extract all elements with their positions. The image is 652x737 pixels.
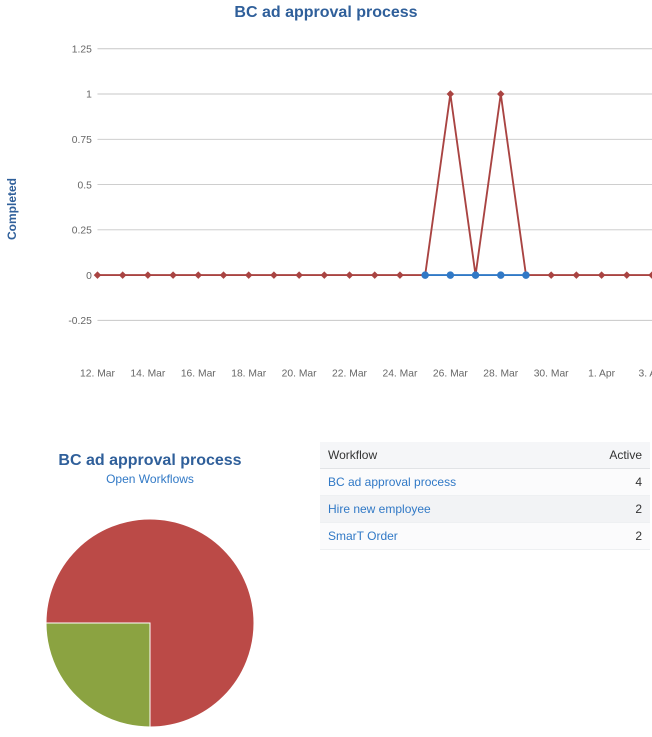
svg-text:30. Mar: 30. Mar [534, 369, 569, 380]
workflow-link[interactable]: SmarT Order [320, 523, 567, 550]
line-chart-title: BC ad approval process [0, 4, 652, 22]
table-row: BC ad approval process4 [320, 469, 650, 496]
pie-chart-subtitle: Open Workflows [0, 472, 300, 486]
svg-text:16. Mar: 16. Mar [181, 369, 216, 380]
svg-text:14. Mar: 14. Mar [130, 369, 165, 380]
workflow-link[interactable]: BC ad approval process [320, 469, 567, 496]
table-row: Hire new employee2 [320, 496, 650, 523]
workflow-link[interactable]: Hire new employee [320, 496, 567, 523]
svg-text:20. Mar: 20. Mar [282, 369, 317, 380]
svg-text:12. Mar: 12. Mar [80, 369, 115, 380]
svg-text:0.25: 0.25 [72, 226, 92, 237]
line-chart-svg: -0.25 0 0.25 0.5 0.75 1 1.25 12. Mar 14. Mar 16. … [60, 35, 652, 395]
svg-text:0: 0 [86, 271, 92, 282]
svg-text:1. Apr: 1. Apr [588, 369, 615, 380]
workflow-table: Workflow Active BC ad approval process4H… [320, 442, 650, 550]
workflow-active-count: 2 [567, 496, 650, 523]
svg-text:1.25: 1.25 [72, 44, 92, 55]
line-chart: BC ad approval process Completed -0.25 0 0… [0, 0, 652, 420]
workflow-active-count: 2 [567, 523, 650, 550]
svg-text:24. Mar: 24. Mar [382, 369, 417, 380]
workflow-active-count: 4 [567, 469, 650, 496]
svg-text:28. Mar: 28. Mar [483, 369, 518, 380]
line-chart-plot: -0.2500.250.50.7511.2512. Mar14. Mar16. … [60, 35, 652, 375]
svg-text:22. Mar: 22. Mar [332, 369, 367, 380]
pie-chart: BC ad approval process Open Workflows [0, 440, 300, 730]
line-chart-ylabel: Completed [5, 178, 19, 240]
pie-chart-svg [43, 516, 257, 730]
svg-text:18. Mar: 18. Mar [231, 369, 266, 380]
svg-text:0.75: 0.75 [72, 135, 92, 146]
svg-text:-0.25: -0.25 [68, 316, 92, 327]
workflow-table-panel: Workflow Active BC ad approval process4H… [320, 442, 650, 550]
svg-text:3. Apr: 3. Apr [639, 369, 652, 380]
svg-text:26. Mar: 26. Mar [433, 369, 468, 380]
col-active: Active [567, 442, 650, 469]
col-workflow: Workflow [320, 442, 567, 469]
table-row: SmarT Order2 [320, 523, 650, 550]
svg-text:0.5: 0.5 [78, 180, 93, 191]
svg-text:1: 1 [86, 90, 92, 101]
pie-chart-title: BC ad approval process [0, 452, 300, 470]
